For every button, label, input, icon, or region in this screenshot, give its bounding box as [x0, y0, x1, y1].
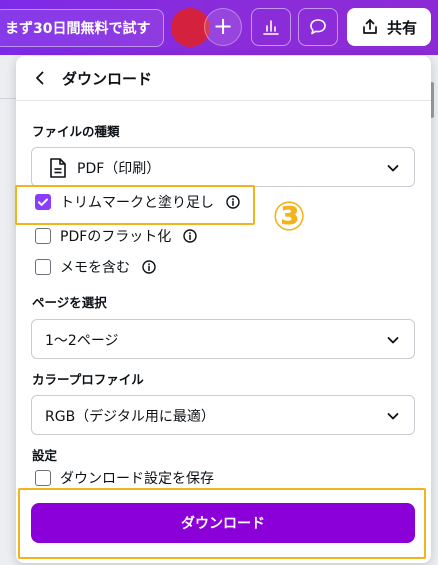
settings-label: 設定 [32, 448, 58, 463]
bar-chart-icon [263, 20, 279, 35]
file-type-select[interactable]: PDF（印刷） [31, 147, 415, 187]
include-notes-option[interactable]: メモを含む [35, 256, 156, 278]
save-settings-label: ダウンロード設定を保存 [60, 471, 214, 487]
step-number-annotation: ③ [272, 194, 306, 240]
document-icon [50, 158, 66, 178]
color-profile-value: RGB（デジタル用に最適） [45, 409, 215, 425]
share-label: 共有 [386, 18, 417, 37]
add-collaborator-button[interactable]: + [204, 8, 242, 46]
flatten-pdf-checkbox[interactable] [35, 228, 51, 244]
share-button[interactable]: 共有 [347, 8, 431, 46]
editor-top-bar: まず30日間無料で試す + 共有 [0, 0, 438, 55]
upload-icon [363, 19, 377, 34]
download-panel: ダウンロード ファイルの種類 PDF（印刷） トリムマークと塗り足し PDFのフ… [16, 56, 431, 563]
include-notes-label: メモを含む [60, 260, 130, 276]
flatten-pdf-label: PDFのフラット化 [60, 229, 172, 245]
comment-icon [310, 19, 326, 35]
chevron-down-icon [387, 165, 399, 172]
info-icon[interactable] [142, 260, 156, 274]
flatten-pdf-option[interactable]: PDFのフラット化 [35, 225, 197, 247]
comments-button[interactable] [298, 8, 338, 46]
save-settings-checkbox[interactable] [35, 470, 51, 486]
include-notes-checkbox[interactable] [35, 259, 51, 275]
trim-marks-highlight-box [15, 185, 255, 225]
chevron-down-icon [387, 413, 399, 420]
color-profile-select[interactable]: RGB（デジタル用に最適） [31, 395, 415, 435]
info-icon[interactable] [183, 229, 197, 243]
file-type-value: PDF（印刷） [77, 161, 161, 177]
panel-title: ダウンロード [62, 70, 153, 88]
page-select[interactable]: 1〜2ページ [31, 319, 415, 359]
page-select-label: ページを選択 [32, 295, 107, 310]
download-button-highlight-box [18, 488, 426, 559]
chevron-down-icon [387, 337, 399, 344]
page-select-value: 1〜2ページ [45, 333, 119, 349]
file-type-label: ファイルの種類 [32, 124, 120, 139]
canvas-divider [0, 98, 16, 99]
free-trial-button[interactable]: まず30日間無料で試す [0, 9, 164, 47]
panel-header: ダウンロード [16, 56, 431, 101]
save-settings-option[interactable]: ダウンロード設定を保存 [35, 467, 214, 489]
insights-button[interactable] [251, 8, 291, 46]
back-chevron-icon[interactable] [30, 68, 50, 88]
color-profile-label: カラープロファイル [32, 372, 144, 387]
